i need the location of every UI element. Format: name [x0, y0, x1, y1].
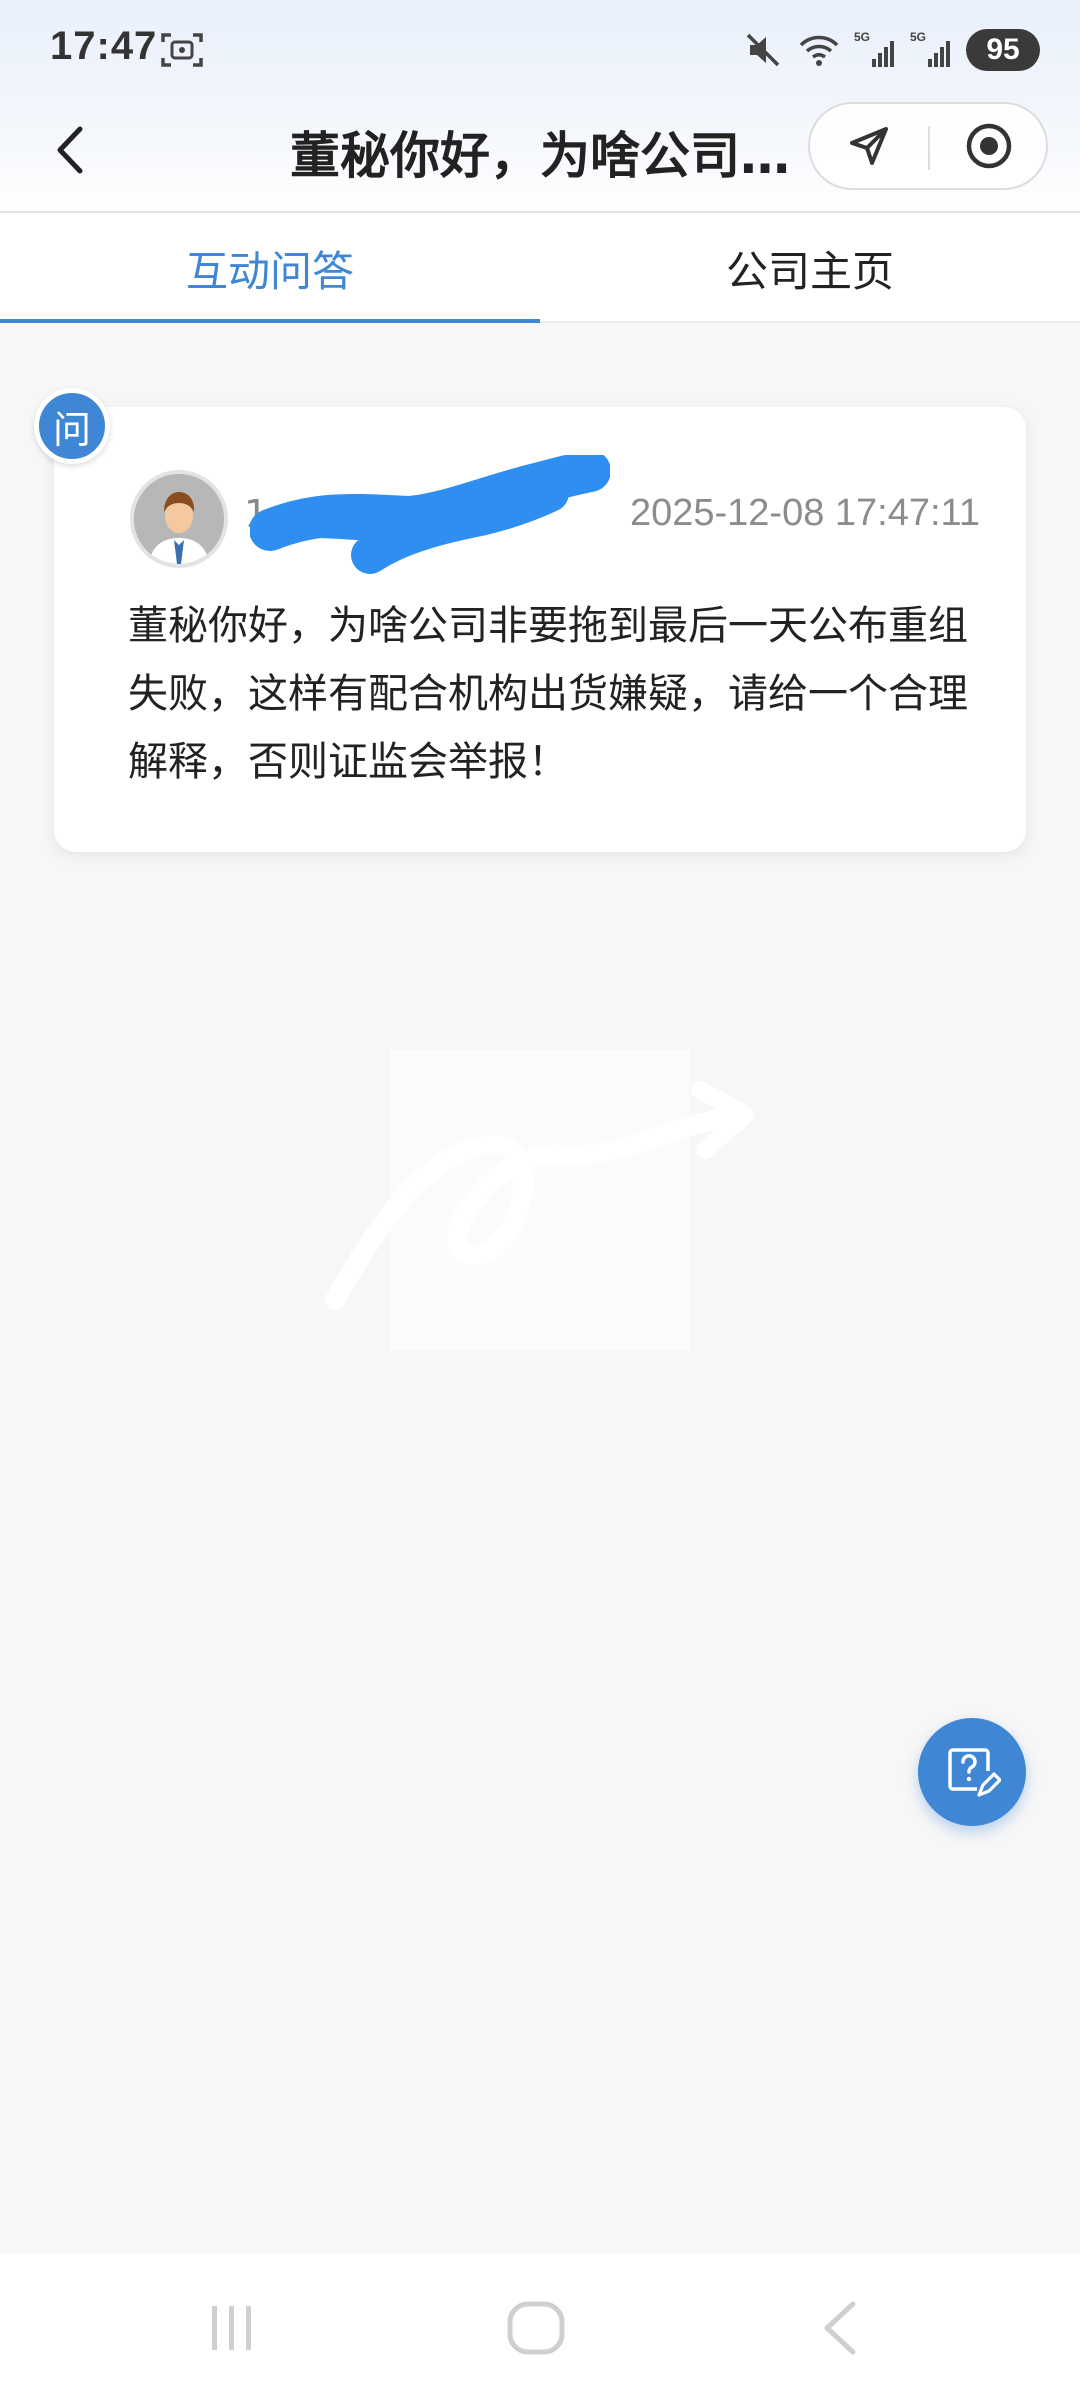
status-bar: 17:47 5G 5G 95: [0, 0, 1080, 100]
back-icon: [824, 2301, 856, 2355]
recent-apps-icon: [212, 2306, 251, 2350]
tab-label: 公司主页: [725, 246, 894, 296]
back-button[interactable]: [40, 120, 100, 180]
signal-5g-icon: 5G: [910, 30, 950, 67]
target-icon: [966, 123, 1012, 169]
user-avatar-icon: [134, 474, 224, 564]
tab-qa[interactable]: 互动问答: [0, 213, 540, 323]
watermark-logo: [325, 1050, 754, 1350]
question-timestamp: 2025-12-08 17:47:11: [629, 492, 980, 534]
signal-label: 5G: [854, 30, 870, 44]
wifi-icon: [799, 35, 839, 66]
close-miniprogram-button[interactable]: [930, 104, 1048, 188]
page-title: 董秘你好，为啥公司…: [290, 127, 790, 185]
signal-5g-icon: 5G: [854, 30, 894, 67]
active-tab-indicator: [0, 319, 540, 323]
home-button[interactable]: [496, 2293, 576, 2363]
tab-company-home[interactable]: 公司主页: [540, 213, 1080, 323]
ask-question-button[interactable]: [918, 1718, 1026, 1826]
tab-label: 互动问答: [185, 246, 354, 296]
home-icon: [507, 2301, 565, 2355]
send-icon: [850, 127, 888, 165]
battery-level: 95: [966, 29, 1040, 71]
status-time: 17:47: [50, 24, 158, 68]
tab-bar: 互动问答 公司主页: [0, 213, 1080, 323]
chevron-left-icon: [57, 126, 83, 174]
recent-apps-button[interactable]: [192, 2293, 272, 2363]
ask-question-icon: [948, 1748, 1001, 1797]
question-badge: 问: [34, 388, 110, 464]
system-back-button[interactable]: [800, 2293, 880, 2363]
redaction-scribble: [250, 455, 610, 574]
question-text: 董秘你好，为啥公司非要拖到最后一天公布重组失败，这样有配合机构出货嫌疑，请给一个…: [128, 603, 968, 785]
share-button[interactable]: [810, 104, 928, 188]
system-nav-bar: [0, 2253, 1080, 2400]
avatar: [130, 470, 228, 568]
mini-program-capsule: [808, 102, 1048, 190]
screenshot-icon: [161, 33, 203, 67]
mute-icon: [746, 33, 780, 67]
signal-label: 5G: [910, 30, 926, 44]
